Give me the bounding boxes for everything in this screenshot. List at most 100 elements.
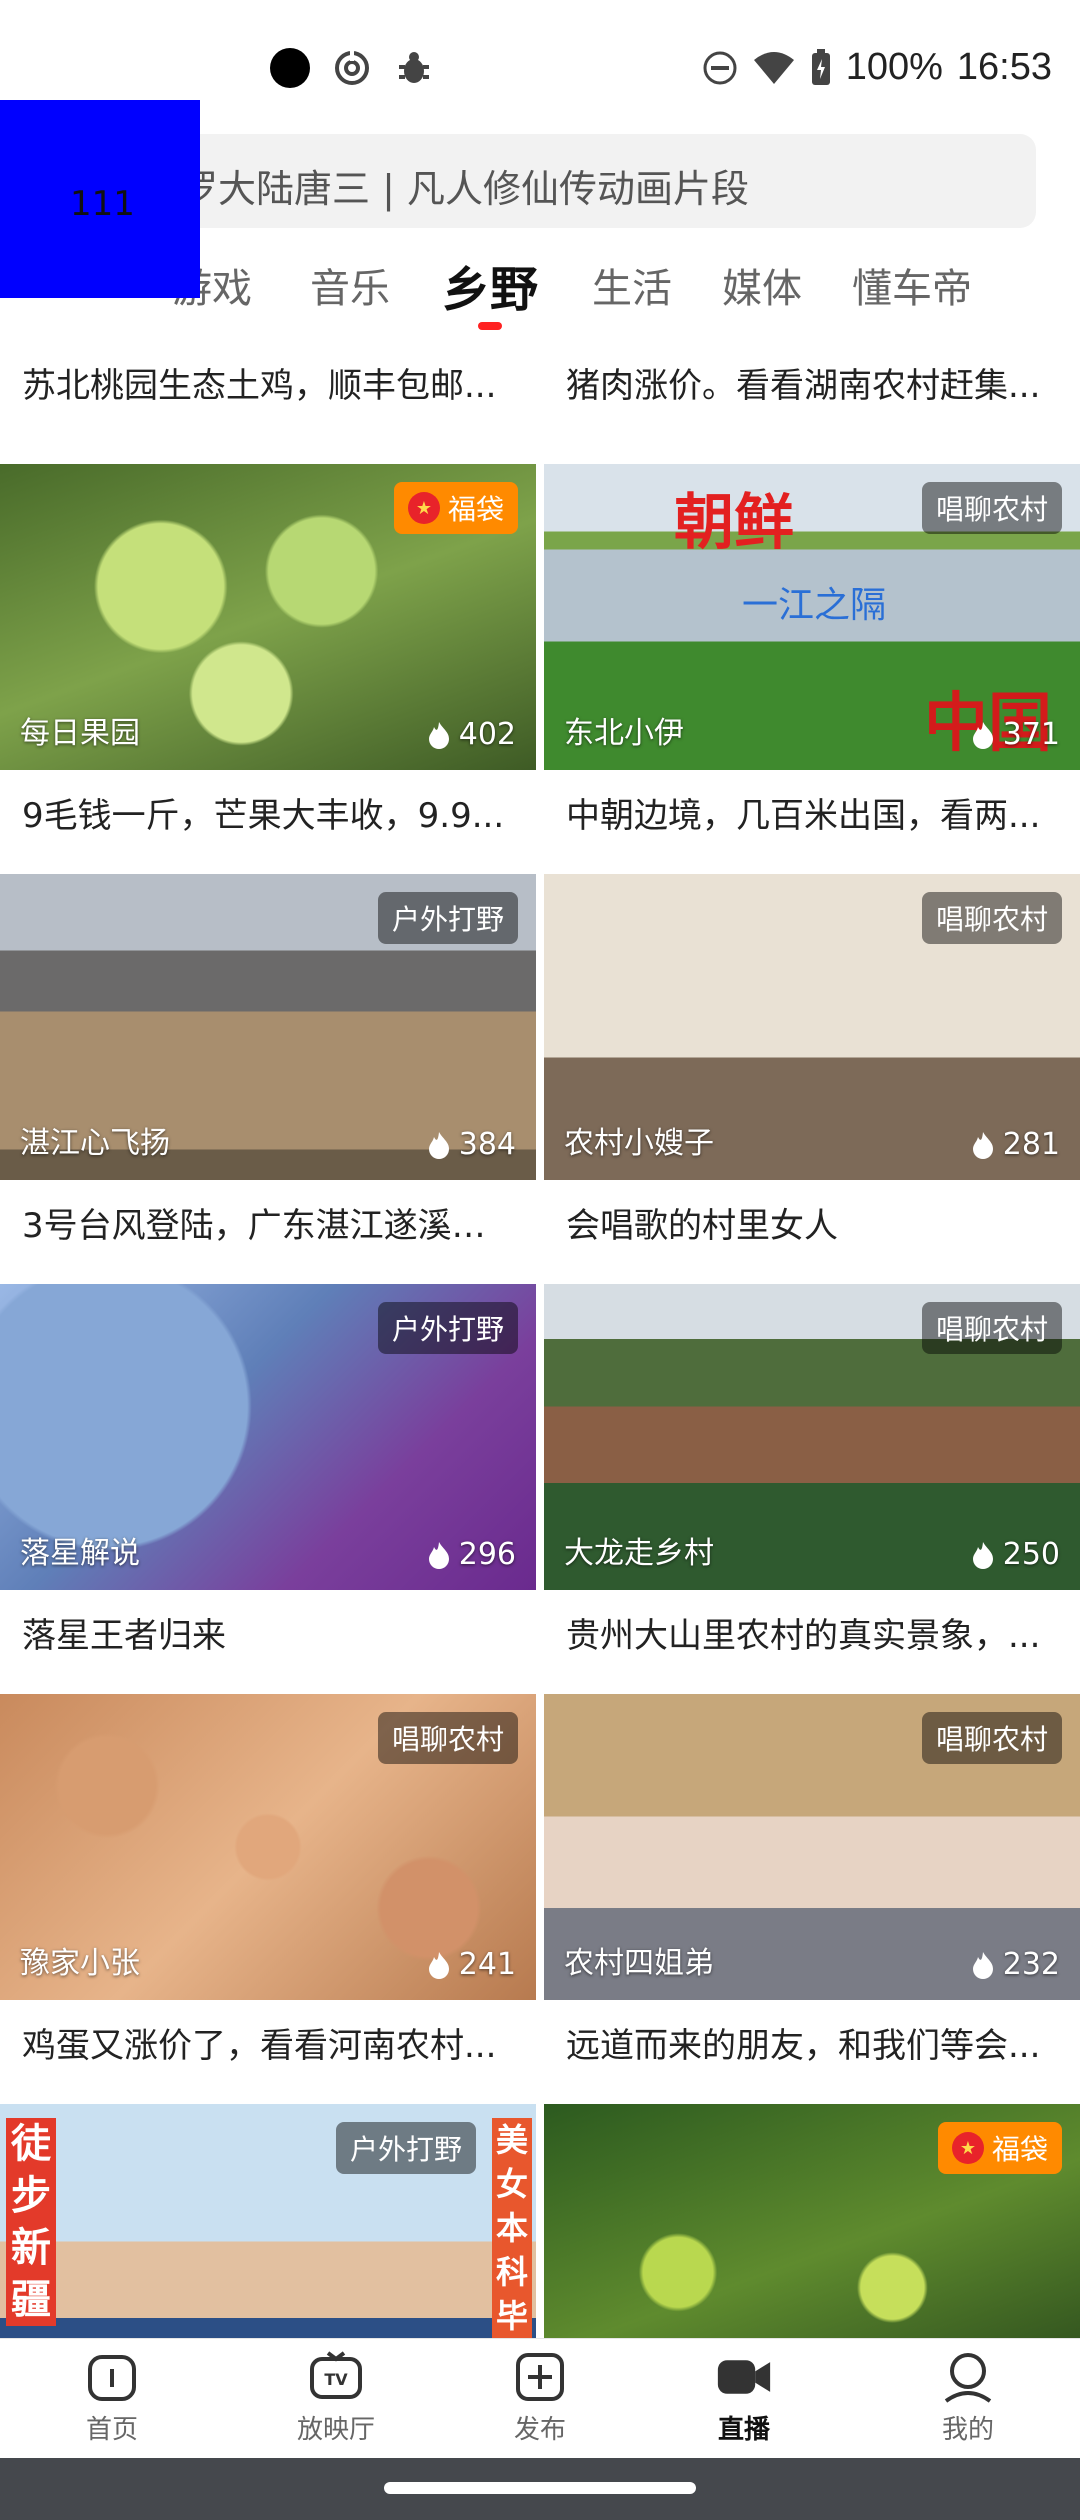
video-title: 鸡蛋又涨价了，看看河南农村... — [22, 2026, 497, 2066]
status-left-icons — [270, 48, 434, 88]
video-card[interactable]: 唱聊农村 农村四姐弟 232 远道而来的朋友，和我们等会... — [544, 1694, 1080, 2104]
flame-icon — [428, 1541, 449, 1569]
nav-publish-label: 发布 — [513, 2415, 566, 2445]
video-card[interactable]: ★ 福袋 — [544, 2104, 1080, 2338]
video-author: 落星解说 — [20, 1536, 140, 1571]
status-right-icons: 100% 16:53 — [702, 46, 1052, 89]
flame-icon — [972, 721, 993, 749]
video-feed: 苏北桃园生态土鸡，顺丰包邮... 猪肉涨价。看看湖南农村赶集... ★ 福袋 每日… — [0, 340, 1080, 2338]
thumbnail-overlay-subtext: 一江之隔 — [742, 585, 887, 626]
nav-publish[interactable]: 发布 — [480, 2349, 600, 2446]
video-card[interactable]: ★ 福袋 每日果园 402 9毛钱一斤，芒果大丰收，9.9... — [0, 464, 536, 874]
category-badge: 唱聊农村 — [921, 482, 1062, 534]
video-title: 猪肉涨价。看看湖南农村赶集... — [566, 366, 1041, 406]
video-thumbnail: 户外打野 湛江心飞扬 384 — [0, 874, 536, 1180]
video-card[interactable]: 唱聊农村 大龙走乡村 250 贵州大山里农村的真实景象，... — [544, 1284, 1080, 1694]
video-thumbnail: 唱聊农村 大龙走乡村 250 — [544, 1284, 1080, 1590]
video-title: 苏北桃园生态土鸡，顺丰包邮... — [22, 366, 497, 406]
nav-profile[interactable]: 我的 — [908, 2349, 1028, 2446]
overlay-label: 111 — [70, 184, 135, 224]
tab-media[interactable]: 媒体 — [722, 256, 802, 314]
video-thumbnail: 唱聊农村 农村小嫂子 281 — [544, 874, 1080, 1180]
video-author: 农村四姐弟 — [564, 1946, 714, 1981]
view-count-value: 232 — [1002, 1947, 1060, 1982]
active-tab-indicator — [478, 322, 502, 330]
badge-label: 福袋 — [447, 493, 504, 526]
search-placeholder: 罗大陆唐三 | 凡人修仙传动画片段 — [180, 167, 749, 211]
home-gesture-handle[interactable] — [384, 2482, 696, 2494]
tab-music[interactable]: 音乐 — [310, 256, 390, 314]
battery-icon — [811, 48, 830, 85]
category-badge: 唱聊农村 — [377, 1712, 518, 1764]
nav-theater-label: 放映厅 — [296, 2415, 375, 2445]
fudai-badge: ★ 福袋 — [393, 482, 518, 534]
view-count-value: 296 — [458, 1537, 516, 1572]
view-count-value: 371 — [1002, 717, 1060, 752]
flame-icon — [428, 1131, 449, 1159]
person-icon — [940, 2349, 996, 2405]
video-title: 会唱歌的村里女人 — [566, 1206, 838, 1246]
flame-icon — [972, 1131, 993, 1159]
lucky-bag-icon: ★ — [407, 492, 440, 524]
bottom-navigation: 首页 TV 放映厅 发布 直播 我的 — [0, 2338, 1080, 2459]
wifi-icon — [753, 51, 794, 84]
view-count: 402 — [427, 717, 516, 752]
thumbnail-overlay-vertical-left: 徒步新疆 — [6, 2118, 56, 2326]
front-camera-icon — [270, 48, 310, 88]
video-card[interactable]: 朝鲜 一江之隔 中国 唱聊农村 东北小伊 371 中朝边境，几百米出国，看两..… — [544, 464, 1080, 874]
nav-theater[interactable]: TV 放映厅 — [276, 2349, 396, 2446]
thumbnail-overlay-vertical-right: 美女本科毕 — [492, 2118, 532, 2338]
video-card[interactable]: 户外打野 湛江心飞扬 384 3号台风登陆，广东湛江遂溪第... — [0, 874, 536, 1284]
video-card[interactable]: 唱聊农村 农村小嫂子 281 会唱歌的村里女人 — [544, 874, 1080, 1284]
video-thumbnail: ★ 福袋 — [544, 2104, 1080, 2338]
video-card[interactable]: 猪肉涨价。看看湖南农村赶集... — [544, 340, 1080, 444]
video-title: 落星王者归来 — [22, 1616, 226, 1656]
nav-profile-label: 我的 — [941, 2415, 994, 2445]
video-title: 远道而来的朋友，和我们等会... — [566, 2026, 1041, 2066]
thumbnail-overlay-text: 朝鲜 — [674, 488, 794, 558]
fudai-badge: ★ 福袋 — [937, 2122, 1062, 2174]
bug-icon — [394, 48, 434, 88]
view-count-value: 281 — [1002, 1127, 1060, 1162]
video-card[interactable]: 苏北桃园生态土鸡，顺丰包邮... — [0, 340, 536, 444]
video-thumbnail: 徒步新疆 美女本科毕 户外打野 — [0, 2104, 536, 2338]
video-thumbnail: 户外打野 落星解说 296 — [0, 1284, 536, 1590]
sync-icon — [332, 48, 372, 88]
video-card[interactable]: 户外打野 落星解说 296 落星王者归来 — [0, 1284, 536, 1694]
tab-countryside[interactable]: 乡野 — [442, 250, 538, 320]
category-badge: 唱聊农村 — [921, 1302, 1062, 1354]
video-title: 贵州大山里农村的真实景象，... — [566, 1616, 1041, 1656]
video-author: 豫家小张 — [20, 1946, 140, 1981]
video-author: 每日果园 — [20, 716, 140, 751]
category-badge: 户外打野 — [377, 892, 518, 944]
category-badge: 唱聊农村 — [921, 892, 1062, 944]
plus-square-icon — [512, 2349, 568, 2405]
video-card[interactable]: 徒步新疆 美女本科毕 户外打野 — [0, 2104, 536, 2338]
system-gesture-bar — [0, 2458, 1080, 2520]
nav-home[interactable]: 首页 — [52, 2349, 172, 2446]
debug-overlay-block: 111 — [0, 100, 200, 298]
view-count: 241 — [427, 1947, 516, 1982]
tab-dongchedi[interactable]: 懂车帝 — [852, 256, 972, 314]
video-thumbnail: 唱聊农村 农村四姐弟 232 — [544, 1694, 1080, 2000]
video-title: 中朝边境，几百米出国，看两... — [566, 796, 1041, 836]
svg-text:TV: TV — [324, 2370, 348, 2389]
nav-live[interactable]: 直播 — [684, 2349, 804, 2446]
category-badge: 户外打野 — [377, 1302, 518, 1354]
video-author: 农村小嫂子 — [564, 1126, 714, 1161]
flame-icon — [428, 721, 449, 749]
flame-icon — [972, 1541, 993, 1569]
video-thumbnail: 唱聊农村 豫家小张 241 — [0, 1694, 536, 2000]
tab-life[interactable]: 生活 — [592, 256, 672, 314]
nav-live-label: 直播 — [717, 2415, 770, 2445]
category-badge: 户外打野 — [335, 2122, 476, 2174]
video-author: 大龙走乡村 — [564, 1536, 714, 1571]
home-icon — [84, 2349, 140, 2405]
search-bar[interactable]: 罗大陆唐三 | 凡人修仙传动画片段 — [180, 134, 1036, 228]
tv-icon: TV — [308, 2349, 364, 2405]
view-count: 232 — [971, 1947, 1060, 1982]
lucky-bag-icon: ★ — [951, 2132, 984, 2164]
view-count: 281 — [971, 1127, 1060, 1162]
video-card[interactable]: 唱聊农村 豫家小张 241 鸡蛋又涨价了，看看河南农村... — [0, 1694, 536, 2104]
video-author: 东北小伊 — [564, 716, 684, 751]
